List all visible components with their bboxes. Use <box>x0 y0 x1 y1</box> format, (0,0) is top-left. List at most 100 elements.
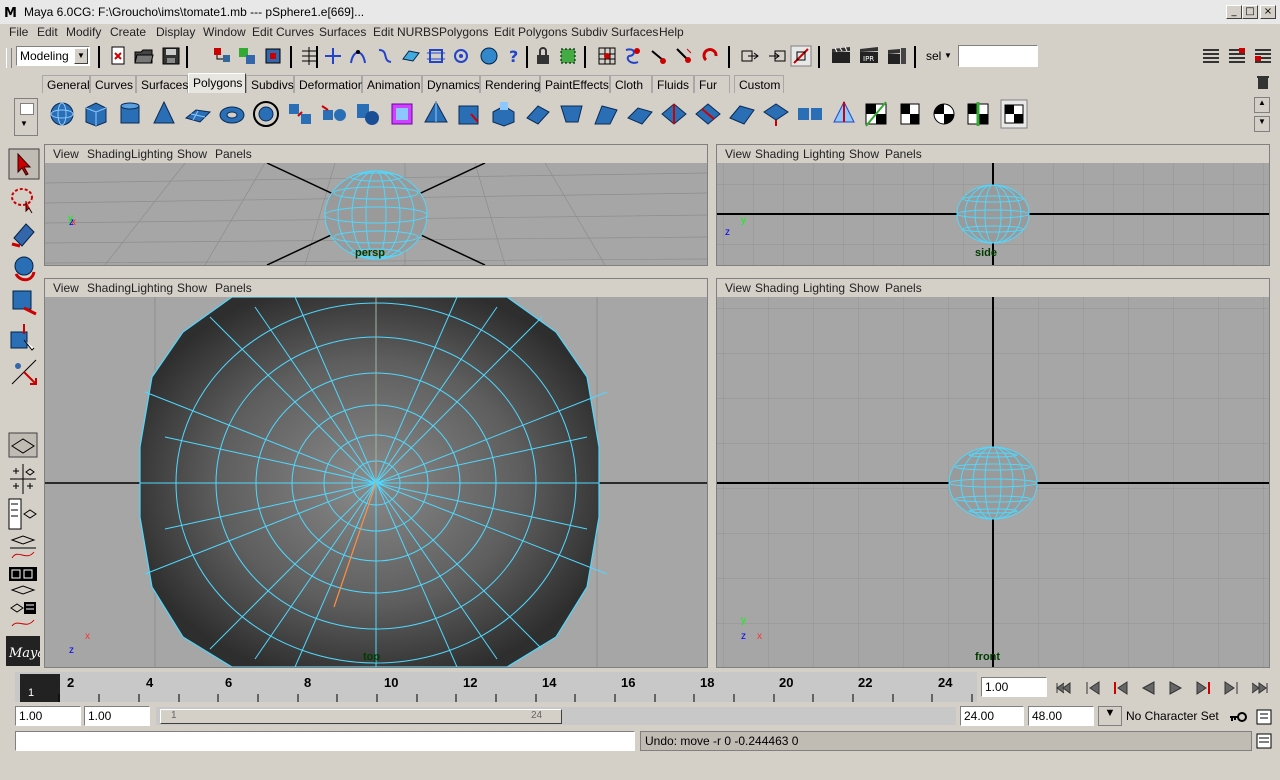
select-by-object-icon[interactable] <box>236 45 258 67</box>
command-line-input[interactable] <box>15 731 635 751</box>
end-time-field[interactable]: 48.00 <box>1028 706 1094 726</box>
snapshot-icon[interactable] <box>790 45 812 67</box>
snap-to-view-plane-icon[interactable] <box>400 45 422 67</box>
tab-animation[interactable]: Animation <box>362 75 422 93</box>
select-by-hierarchy-icon[interactable] <box>211 45 233 67</box>
step-back-key-icon[interactable] <box>1080 678 1104 698</box>
shelf-menu-icon[interactable] <box>20 103 34 115</box>
status-line-grip[interactable] <box>6 48 12 68</box>
highlight-selection-icon[interactable] <box>557 45 579 67</box>
show-menu[interactable]: Show <box>849 281 879 295</box>
history-icon[interactable] <box>450 45 472 67</box>
go-to-end-icon[interactable] <box>1248 678 1272 698</box>
tab-surfaces[interactable]: Surfaces <box>136 75 188 93</box>
split-polygon-icon[interactable] <box>660 98 688 130</box>
script-editor-icon[interactable] <box>1256 733 1272 749</box>
channel-box-icon[interactable] <box>1200 45 1222 67</box>
manipulator-tool-icon[interactable] <box>8 356 40 388</box>
view-menu[interactable]: View <box>725 281 751 295</box>
help-icon[interactable]: ? <box>503 45 525 67</box>
select-by-component-icon[interactable] <box>262 45 284 67</box>
open-scene-icon[interactable] <box>133 45 155 67</box>
menu-file[interactable]: File <box>9 25 28 39</box>
play-forward-icon[interactable] <box>1164 678 1188 698</box>
lighting-menu[interactable]: Lighting <box>803 281 845 295</box>
persp-viewport[interactable]: View Shading Lighting Show Panels x z y … <box>44 144 708 266</box>
panels-menu[interactable]: Panels <box>215 147 252 161</box>
make-live-icon[interactable] <box>425 45 447 67</box>
menu-window[interactable]: Window <box>203 25 246 39</box>
tab-polygons[interactable]: Polygons <box>188 73 246 93</box>
range-slider-handle[interactable]: 1 24 <box>160 709 562 724</box>
maximize-button[interactable]: □ <box>1242 5 1258 19</box>
menu-edit[interactable]: Edit <box>37 25 58 39</box>
show-menu[interactable]: Show <box>177 147 207 161</box>
create-uv-icon[interactable] <box>830 98 858 130</box>
tab-fluids[interactable]: Fluids <box>652 75 694 93</box>
poly-selection-icon[interactable] <box>252 98 280 130</box>
menu-subdiv-surfaces[interactable]: Subdiv Surfaces <box>571 25 658 39</box>
render-layout-icon[interactable] <box>8 600 38 632</box>
render-icon[interactable] <box>478 45 500 67</box>
rotate-tool-icon[interactable] <box>8 286 40 318</box>
panels-menu[interactable]: Panels <box>215 281 252 295</box>
top-viewport[interactable]: View Shading Lighting Show Panels x z to… <box>44 278 708 668</box>
input-ops-icon[interactable] <box>596 45 618 67</box>
outliner-layout-icon[interactable] <box>8 498 38 530</box>
lasso-tool-icon[interactable] <box>8 183 40 215</box>
render-view-icon[interactable] <box>830 45 852 67</box>
tab-deformation[interactable]: Deformation <box>294 75 364 93</box>
lighting-menu[interactable]: Lighting <box>803 147 845 161</box>
single-perspective-layout-icon[interactable] <box>8 432 38 458</box>
menu-create[interactable]: Create <box>110 25 146 39</box>
step-forward-frame-icon[interactable] <box>1192 678 1216 698</box>
four-view-layout-icon[interactable] <box>8 462 38 496</box>
panels-menu[interactable]: Panels <box>885 281 922 295</box>
snap-to-curve-icon[interactable] <box>347 45 369 67</box>
combine-icon[interactable] <box>286 98 314 130</box>
input-line-icon[interactable] <box>739 45 761 67</box>
poly-cube-icon[interactable] <box>82 98 110 130</box>
quick-select-input[interactable] <box>958 45 1038 67</box>
move-tool-icon[interactable] <box>8 252 40 284</box>
view-menu[interactable]: View <box>53 281 79 295</box>
tab-fur[interactable]: Fur <box>694 75 730 93</box>
tab-dynamics[interactable]: Dynamics <box>422 75 480 93</box>
auto-key-icon[interactable] <box>1228 708 1250 726</box>
step-back-frame-icon[interactable] <box>1108 678 1132 698</box>
menu-help[interactable]: Help <box>659 25 684 39</box>
tab-painteffects[interactable]: PaintEffects <box>540 75 610 93</box>
tab-curves[interactable]: Curves <box>90 75 136 93</box>
playback-end-field[interactable]: 24.00 <box>960 706 1024 726</box>
tab-custom[interactable]: Custom <box>734 75 784 93</box>
append-polygon-icon[interactable] <box>626 98 654 130</box>
new-scene-icon[interactable] <box>107 45 129 67</box>
undo-curve-icon[interactable] <box>700 45 722 67</box>
current-time-field[interactable]: 1.00 <box>981 677 1047 697</box>
shading-menu[interactable]: Shading <box>87 147 131 161</box>
extrude-edge-icon[interactable] <box>524 98 552 130</box>
play-backward-icon[interactable] <box>1136 678 1160 698</box>
wedge-faces-icon[interactable] <box>762 98 790 130</box>
menu-edit-nurbs[interactable]: Edit NURBS <box>373 25 439 39</box>
wire-link-icon[interactable] <box>647 45 669 67</box>
chevron-down-icon[interactable]: ▼ <box>1098 706 1122 726</box>
separate-icon[interactable] <box>320 98 348 130</box>
time-slider[interactable]: 1 <box>15 672 977 702</box>
chevron-down-icon[interactable]: ▼ <box>20 119 28 128</box>
mode-selector[interactable]: Modeling ▼ <box>16 46 90 66</box>
poly-plane-icon[interactable] <box>184 98 212 130</box>
tab-rendering[interactable]: Rendering <box>480 75 540 93</box>
panels-menu[interactable]: Panels <box>885 147 922 161</box>
menu-edit-curves[interactable]: Edit Curves <box>252 25 314 39</box>
cut-faces-icon[interactable] <box>728 98 756 130</box>
split-edge-ring-icon[interactable] <box>694 98 722 130</box>
menu-display[interactable]: Display <box>156 25 195 39</box>
boolean-difference-icon[interactable] <box>388 98 416 130</box>
checker-cylindrical-map-icon[interactable] <box>896 98 924 130</box>
animation-preferences-icon[interactable] <box>1256 708 1272 726</box>
uv-texture-editor-icon[interactable] <box>1000 98 1028 130</box>
menu-polygons[interactable]: Polygons <box>439 25 488 39</box>
side-viewport[interactable]: View Shading Lighting Show Panels y z si… <box>716 144 1270 266</box>
bridge-icon[interactable] <box>592 98 620 130</box>
